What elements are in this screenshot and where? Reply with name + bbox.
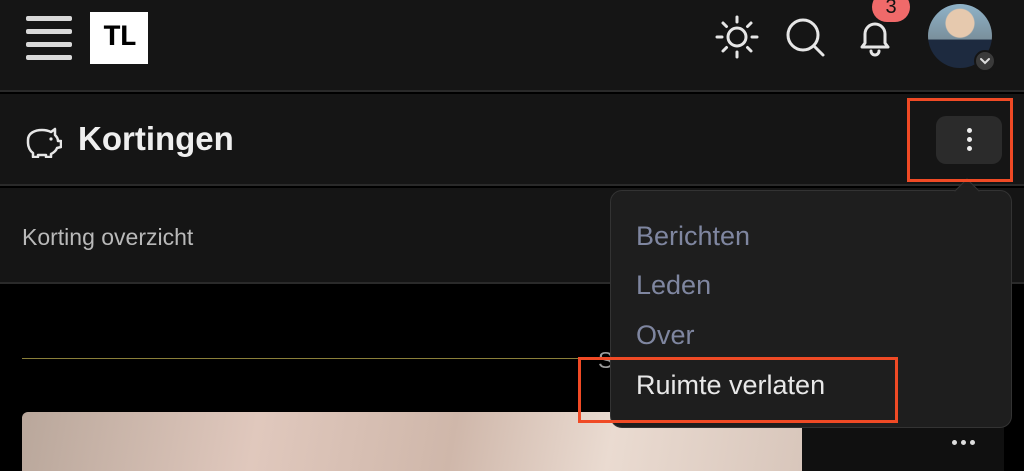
menu-item-over[interactable]: Over [636, 320, 695, 351]
search-button[interactable] [782, 14, 828, 60]
hamburger-menu-icon[interactable] [26, 16, 72, 60]
search-icon [786, 18, 825, 57]
chevron-down-icon[interactable] [974, 50, 996, 72]
theme-toggle-button[interactable] [714, 14, 760, 60]
piggy-bank-icon [26, 127, 62, 158]
subnav-item-korting-overzicht[interactable]: Korting overzicht [22, 224, 193, 251]
sun-icon [715, 15, 759, 59]
menu-item-berichten[interactable]: Berichten [636, 221, 750, 252]
page-title: Kortingen [78, 120, 234, 157]
logo[interactable]: TL [90, 12, 148, 64]
menu-item-leden[interactable]: Leden [636, 270, 711, 301]
highlight-box-leave-space [578, 357, 898, 423]
logo-text: TL [102, 21, 137, 55]
section-divider [22, 358, 600, 359]
notification-badge: 3 [872, 0, 910, 22]
post-options-icon[interactable] [950, 436, 978, 450]
highlight-box-options [907, 98, 1013, 182]
top-bar: TL 3 [0, 0, 1024, 92]
